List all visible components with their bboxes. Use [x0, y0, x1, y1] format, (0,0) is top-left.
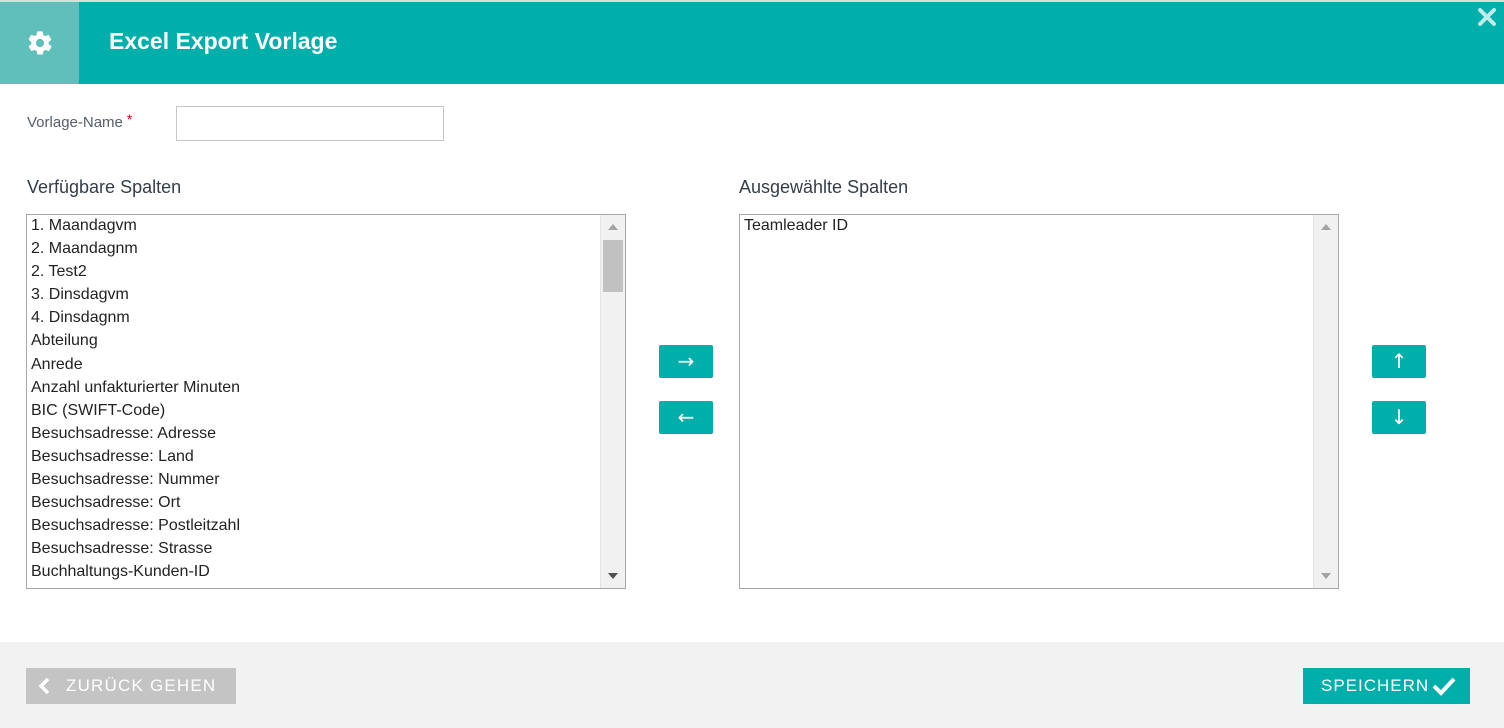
- template-name-input[interactable]: [176, 106, 444, 141]
- available-list-scrollbar[interactable]: [600, 215, 625, 588]
- list-item[interactable]: Anzahl unfakturierter Minuten: [27, 377, 600, 400]
- move-down-button[interactable]: ↓: [1372, 401, 1426, 434]
- scroll-down-icon: [1321, 573, 1331, 579]
- move-up-button[interactable]: ↑: [1372, 345, 1426, 378]
- scroll-up-icon: [608, 224, 618, 230]
- available-columns-list[interactable]: 1. Maandagvm 2. Maandagnm 2. Test2 3. Dinsd…: [26, 214, 626, 589]
- scroll-up-arrow[interactable]: [1314, 215, 1338, 239]
- save-button[interactable]: SPEICHERN: [1303, 668, 1470, 704]
- header-icon-box: [0, 2, 79, 84]
- remove-column-button[interactable]: ←: [659, 401, 713, 434]
- template-name-label-text: Vorlage-Name: [27, 114, 123, 131]
- selected-columns-items: Teamleader ID: [740, 215, 1313, 238]
- scroll-down-arrow[interactable]: [1314, 564, 1338, 588]
- list-item[interactable]: BIC (SWIFT-Code): [27, 400, 600, 423]
- dialog-header: Excel Export Vorlage: [0, 2, 1504, 84]
- check-icon: [1432, 677, 1456, 696]
- list-item[interactable]: Anrede: [27, 354, 600, 377]
- selected-columns-list[interactable]: Teamleader ID: [739, 214, 1339, 589]
- selected-columns-title: Ausgewählte Spalten: [739, 177, 909, 197]
- dialog-footer: ZURÜCK GEHEN SPEICHERN: [0, 642, 1504, 728]
- save-button-label: SPEICHERN: [1321, 676, 1430, 695]
- dialog-title: Excel Export Vorlage: [109, 28, 338, 54]
- list-item[interactable]: Besuchsadresse: Adresse: [27, 423, 600, 446]
- list-item[interactable]: 2. Maandagnm: [27, 238, 600, 261]
- list-item[interactable]: 1. Maandagvm: [27, 215, 600, 238]
- scroll-thumb[interactable]: [603, 240, 623, 292]
- list-item[interactable]: Buchhaltungs-Kunden-ID: [27, 561, 600, 584]
- list-item[interactable]: Teamleader ID: [740, 215, 1313, 238]
- available-columns-items: 1. Maandagvm 2. Maandagnm 2. Test2 3. Dinsd…: [27, 215, 600, 585]
- available-columns-title: Verfügbare Spalten: [27, 177, 182, 197]
- list-item[interactable]: Besuchsadresse: Land: [27, 446, 600, 469]
- template-name-label: Vorlage-Name *: [27, 111, 133, 131]
- selected-list-scrollbar[interactable]: [1313, 215, 1338, 588]
- back-button[interactable]: ZURÜCK GEHEN: [26, 668, 236, 704]
- list-item[interactable]: Abteilung: [27, 330, 600, 353]
- scroll-down-icon: [608, 573, 618, 579]
- close-icon: [1478, 8, 1496, 26]
- gear-icon: [28, 31, 52, 55]
- list-item[interactable]: Besuchsadresse: Nummer: [27, 469, 600, 492]
- required-marker: *: [126, 111, 133, 127]
- back-button-label: ZURÜCK GEHEN: [66, 676, 217, 695]
- list-item[interactable]: 3. Dinsdagvm: [27, 284, 600, 307]
- close-button[interactable]: [1476, 6, 1498, 28]
- list-item[interactable]: 4. Dinsdagnm: [27, 307, 600, 330]
- scroll-down-arrow[interactable]: [601, 564, 625, 588]
- scroll-up-arrow[interactable]: [601, 215, 625, 239]
- list-item[interactable]: Besuchsadresse: Ort: [27, 492, 600, 515]
- add-column-button[interactable]: →: [659, 345, 713, 378]
- chevron-left-icon: [38, 677, 50, 695]
- list-item[interactable]: 2. Test2: [27, 261, 600, 284]
- scroll-up-icon: [1321, 224, 1331, 230]
- list-item[interactable]: Besuchsadresse: Strasse: [27, 538, 600, 561]
- list-item[interactable]: Besuchsadresse: Postleitzahl: [27, 515, 600, 538]
